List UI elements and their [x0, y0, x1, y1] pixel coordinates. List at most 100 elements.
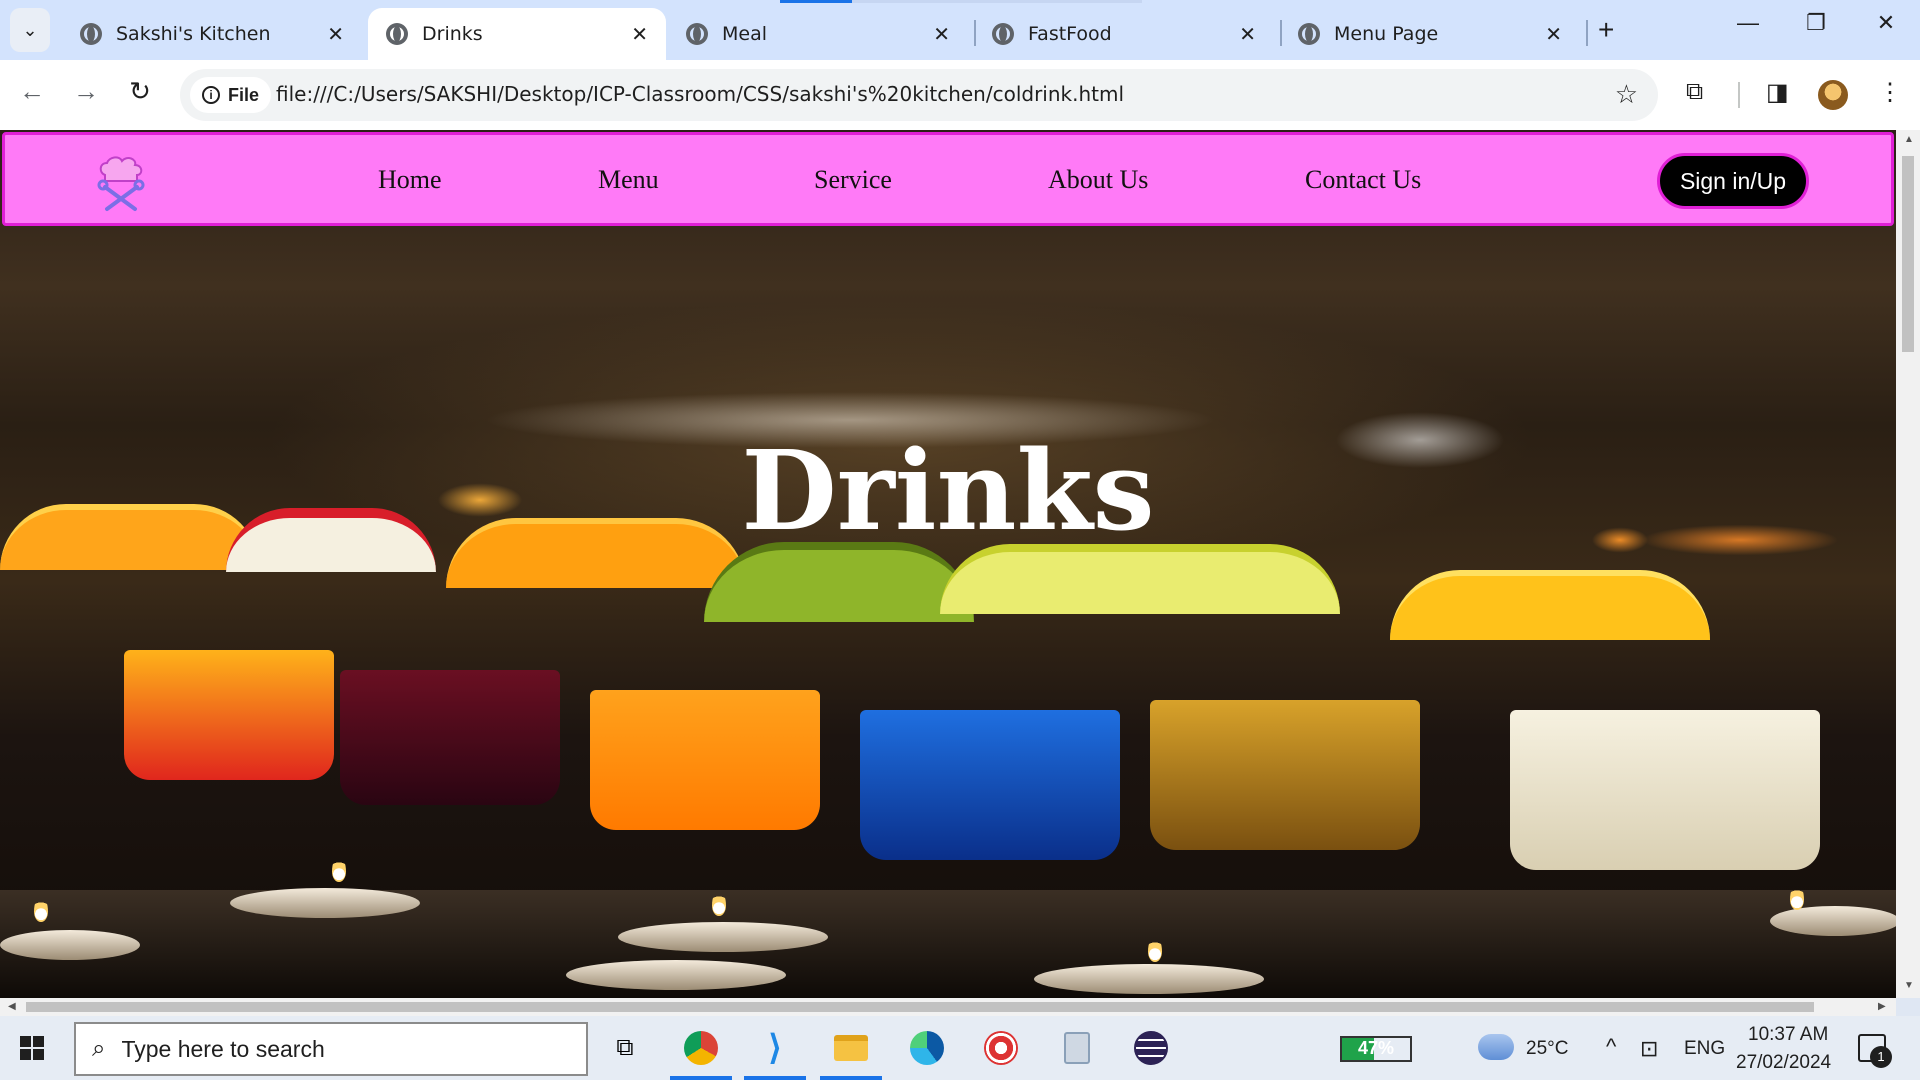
tab-search-button[interactable]: ⌄ — [10, 8, 50, 52]
task-view-button[interactable]: ⧉ — [590, 1016, 660, 1080]
site-info-chip[interactable]: i File — [190, 77, 272, 113]
scroll-left-icon[interactable]: ◀ — [8, 1001, 16, 1012]
extensions-button[interactable]: ⧉ — [1686, 78, 1703, 106]
nav-link-about-us[interactable]: About Us — [1048, 165, 1148, 195]
horizontal-scroll-thumb[interactable] — [26, 1002, 1814, 1012]
globe-icon — [386, 23, 408, 45]
vertical-scrollbar[interactable]: ▲ ▼ — [1896, 130, 1920, 998]
eclipse-taskbar-button[interactable] — [1116, 1016, 1186, 1080]
glass-dark-red — [340, 670, 560, 805]
nav-link-service[interactable]: Service — [814, 165, 892, 195]
tab-sakshis-kitchen[interactable]: Sakshi's Kitchen ✕ — [62, 8, 362, 60]
chef-hat-logo-icon[interactable] — [91, 153, 151, 213]
scroll-right-icon[interactable]: ▶ — [1878, 1001, 1886, 1012]
restore-icon: ❐ — [1806, 10, 1826, 35]
task-view-icon: ⧉ — [616, 1034, 634, 1061]
glass-orange-red — [124, 650, 334, 780]
target-app-icon — [984, 1031, 1018, 1065]
chrome-taskbar-button[interactable] — [666, 1016, 736, 1080]
close-icon[interactable]: ✕ — [327, 22, 344, 46]
vertical-scroll-thumb[interactable] — [1902, 156, 1914, 352]
app-taskbar-button[interactable] — [966, 1016, 1036, 1080]
close-icon[interactable]: ✕ — [1239, 22, 1256, 46]
url-text[interactable]: file:///C:/Users/SAKSHI/Desktop/ICP-Clas… — [276, 82, 1124, 106]
tab-drinks[interactable]: Drinks ✕ — [368, 8, 666, 60]
tab-meal[interactable]: Meal ✕ — [668, 8, 968, 60]
new-tab-button[interactable]: + — [1598, 14, 1614, 46]
tealight-candle — [230, 888, 420, 918]
notification-count-badge: 1 — [1870, 1046, 1892, 1068]
nav-link-home[interactable]: Home — [378, 165, 442, 195]
scroll-up-icon[interactable]: ▲ — [1904, 134, 1914, 145]
candle-flame — [34, 896, 48, 922]
back-button[interactable]: ← — [14, 76, 50, 107]
minimize-button[interactable]: — — [1728, 10, 1768, 36]
language-indicator[interactable]: ENG — [1684, 1038, 1725, 1060]
glass-amber — [1150, 700, 1420, 850]
side-panel-button[interactable]: ◨ — [1766, 78, 1789, 107]
reload-icon: ↻ — [129, 76, 151, 106]
vscode-icon: ⟩ — [768, 1029, 782, 1067]
minimize-icon: — — [1737, 10, 1759, 35]
browser-menu-button[interactable]: ⋮ — [1878, 78, 1902, 107]
search-placeholder: Type here to search — [121, 1035, 325, 1062]
horizontal-scrollbar[interactable]: ◀ ▶ — [0, 998, 1896, 1016]
network-icon[interactable]: ⊡ — [1640, 1036, 1658, 1062]
file-explorer-taskbar-button[interactable] — [816, 1016, 886, 1080]
weather-cloud-icon[interactable] — [1478, 1034, 1514, 1060]
tealight-candle — [0, 930, 140, 960]
bookmark-button[interactable]: ☆ — [1615, 79, 1638, 110]
eclipse-icon — [1134, 1031, 1168, 1065]
tab-fastfood[interactable]: FastFood ✕ — [974, 8, 1274, 60]
tab-separator — [1586, 20, 1588, 46]
close-icon[interactable]: ✕ — [1545, 22, 1562, 46]
close-icon[interactable]: ✕ — [631, 22, 648, 46]
side-panel-icon: ◨ — [1766, 79, 1789, 106]
vscode-taskbar-button[interactable]: ⟩ — [740, 1016, 810, 1080]
globe-icon — [80, 23, 102, 45]
close-window-button[interactable]: ✕ — [1866, 10, 1906, 36]
glass-white — [1510, 710, 1820, 870]
candle-flame — [712, 890, 726, 916]
tab-loading-track — [852, 0, 1142, 3]
clock-time[interactable]: 10:37 AM — [1748, 1024, 1828, 1046]
notepad-taskbar-button[interactable] — [1042, 1016, 1112, 1080]
glass-orange — [590, 690, 820, 830]
close-icon[interactable]: ✕ — [933, 22, 950, 46]
tab-title: Meal — [722, 23, 768, 45]
hero-title: Drinks — [741, 426, 1155, 555]
clock-date[interactable]: 27/02/2024 — [1736, 1052, 1831, 1074]
temperature-label[interactable]: 25°C — [1526, 1038, 1568, 1060]
star-icon: ☆ — [1614, 79, 1638, 109]
battery-indicator[interactable]: 47% — [1340, 1036, 1412, 1062]
address-bar[interactable]: i File file:///C:/Users/SAKSHI/Desktop/I… — [180, 69, 1658, 121]
info-icon: i — [202, 86, 220, 104]
tealight-candle — [1034, 964, 1264, 994]
windows-start-icon[interactable] — [20, 1036, 44, 1060]
tab-menu-page[interactable]: Menu Page ✕ — [1280, 8, 1580, 60]
globe-icon — [992, 23, 1014, 45]
restore-button[interactable]: ❐ — [1796, 10, 1836, 36]
nav-link-contact-us[interactable]: Contact Us — [1305, 165, 1421, 195]
arrow-right-icon: → — [73, 76, 99, 106]
web-page: Drinks Home Menu Service About Us Contac… — [0, 130, 1896, 998]
scroll-down-icon[interactable]: ▼ — [1904, 980, 1914, 991]
forward-button[interactable]: → — [68, 76, 104, 107]
tab-title: Drinks — [422, 23, 483, 45]
profile-avatar[interactable] — [1818, 80, 1848, 110]
tab-loading-indicator — [780, 0, 852, 3]
lemon-slice — [1390, 570, 1710, 640]
chrome-icon — [684, 1031, 718, 1065]
reload-button[interactable]: ↻ — [122, 76, 158, 107]
tealight-candle — [1770, 906, 1896, 936]
candle-flame — [332, 856, 346, 882]
taskbar-search-input[interactable]: ⌕ Type here to search — [74, 1022, 588, 1076]
edge-icon — [910, 1031, 944, 1065]
tab-strip: ⌄ Sakshi's Kitchen ✕ Drinks ✕ Meal ✕ Fas… — [0, 0, 1920, 60]
tab-title: Sakshi's Kitchen — [116, 23, 271, 45]
nav-link-menu[interactable]: Menu — [598, 165, 659, 195]
site-chip-label: File — [228, 84, 260, 105]
chevron-up-icon[interactable]: ^ — [1606, 1034, 1616, 1060]
sign-in-button[interactable]: Sign in/Up — [1657, 153, 1809, 209]
edge-taskbar-button[interactable] — [892, 1016, 962, 1080]
